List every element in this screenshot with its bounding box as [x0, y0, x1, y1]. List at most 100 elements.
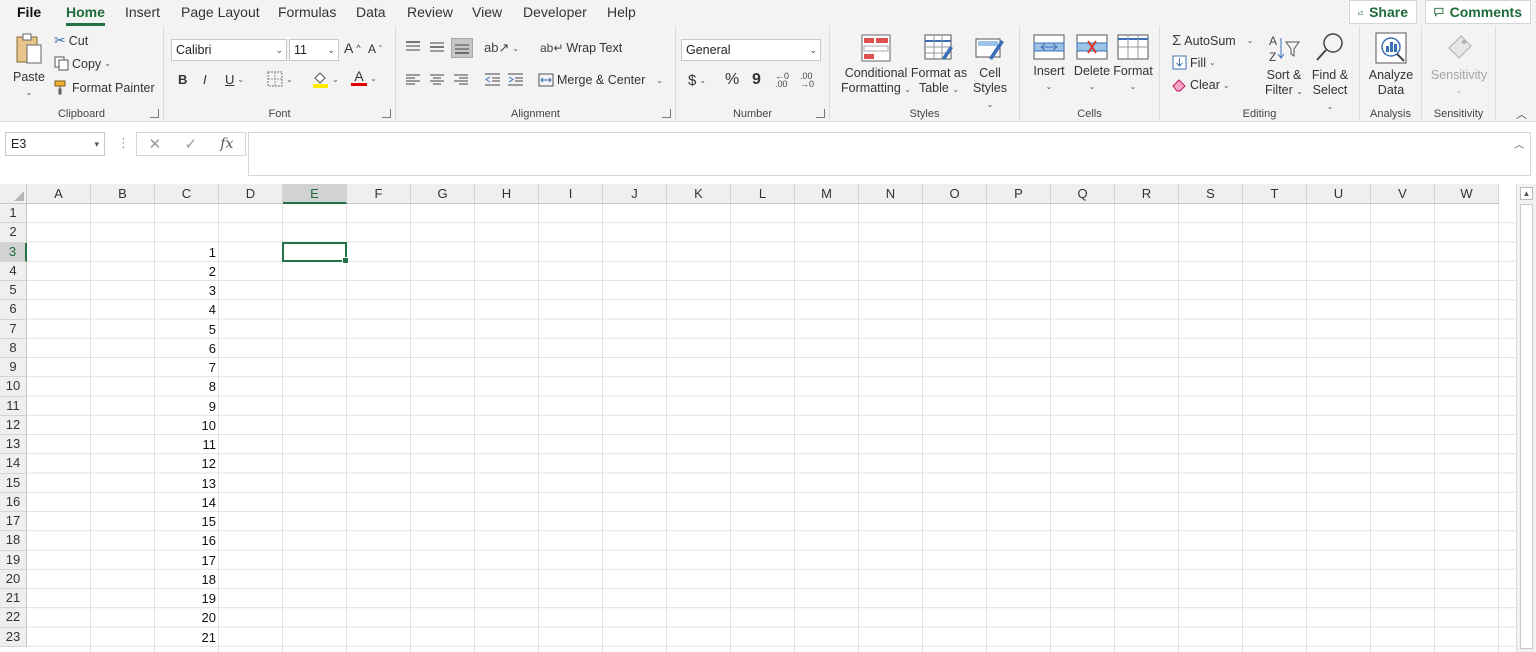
collapse-formula-bar-icon[interactable]: ︿: [1514, 136, 1524, 151]
column-header-r[interactable]: R: [1115, 184, 1179, 204]
row-header-17[interactable]: 17: [0, 512, 27, 532]
tab-page-layout[interactable]: Page Layout: [181, 3, 260, 23]
cell-c14[interactable]: 12: [155, 454, 216, 473]
insert-cells-button[interactable]: Insert ⌄: [1030, 34, 1068, 94]
cell-c22[interactable]: 20: [155, 608, 216, 627]
currency-button[interactable]: $ ⌄: [688, 72, 706, 89]
align-middle-button[interactable]: [429, 41, 445, 53]
cell-c17[interactable]: 15: [155, 512, 216, 531]
row-header-11[interactable]: 11: [0, 396, 27, 416]
decrease-indent-button[interactable]: [484, 73, 501, 86]
paste-button[interactable]: Paste ⌄: [8, 32, 50, 100]
cell-c21[interactable]: 19: [155, 589, 216, 608]
enter-entry-icon[interactable]: ✓: [184, 135, 197, 153]
cell-c13[interactable]: 11: [155, 435, 217, 454]
column-header-j[interactable]: J: [603, 184, 667, 204]
column-header-b[interactable]: B: [91, 184, 155, 204]
copy-button[interactable]: Copy ⌄: [54, 56, 111, 71]
sort-filter-button[interactable]: AZ Sort & Filter ⌄: [1262, 32, 1306, 99]
column-header-p[interactable]: P: [987, 184, 1051, 204]
column-header-k[interactable]: K: [667, 184, 731, 204]
row-header-6[interactable]: 6: [0, 300, 27, 320]
clear-button[interactable]: Clear ⌄: [1172, 78, 1230, 92]
font-size-dropdown[interactable]: 11 ⌄: [289, 39, 339, 61]
row-header-14[interactable]: 14: [0, 454, 27, 474]
row-header-10[interactable]: 10: [0, 377, 27, 397]
cell-c5[interactable]: 3: [155, 281, 216, 300]
number-format-dropdown[interactable]: General ⌄: [681, 39, 821, 61]
column-header-m[interactable]: M: [795, 184, 859, 204]
row-header-21[interactable]: 21: [0, 589, 27, 609]
row-header-7[interactable]: 7: [0, 319, 27, 339]
format-cells-button[interactable]: Format ⌄: [1112, 34, 1154, 94]
row-header-13[interactable]: 13: [0, 435, 27, 455]
find-select-button[interactable]: Find & Select ⌄: [1308, 32, 1352, 114]
column-header-e[interactable]: E: [283, 184, 347, 204]
collapse-ribbon-icon[interactable]: ︿: [1516, 106, 1527, 122]
tab-developer[interactable]: Developer: [523, 3, 587, 23]
font-name-dropdown[interactable]: Calibri ⌄: [171, 39, 287, 61]
row-header-8[interactable]: 8: [0, 338, 27, 358]
insert-function-button[interactable]: fx: [220, 136, 233, 152]
tab-home[interactable]: Home: [66, 3, 105, 26]
percent-button[interactable]: %: [725, 71, 739, 89]
column-header-o[interactable]: O: [923, 184, 987, 204]
cell-c20[interactable]: 18: [155, 570, 216, 589]
conditional-formatting-button[interactable]: Conditional Formatting ⌄: [838, 34, 914, 97]
delete-cells-button[interactable]: Delete ⌄: [1072, 34, 1112, 94]
cell-c15[interactable]: 13: [155, 474, 216, 493]
row-header-1[interactable]: 1: [0, 204, 27, 224]
orientation-button[interactable]: ab↗ ⌄: [484, 40, 519, 56]
column-header-w[interactable]: W: [1435, 184, 1499, 204]
row-header-2[interactable]: 2: [0, 223, 27, 243]
formula-input[interactable]: ︿: [248, 132, 1531, 176]
comma-style-button[interactable]: 9: [752, 71, 761, 89]
dialog-launcher-icon[interactable]: [662, 109, 671, 118]
row-header-23[interactable]: 23: [0, 627, 27, 647]
column-header-s[interactable]: S: [1179, 184, 1243, 204]
decrease-decimal-button[interactable]: .00 →0: [800, 72, 814, 89]
tab-insert[interactable]: Insert: [125, 3, 160, 23]
increase-decimal-button[interactable]: ←0.00: [775, 72, 789, 89]
align-center-button[interactable]: [429, 74, 445, 86]
merge-center-button[interactable]: Merge & Center ⌄: [538, 73, 663, 87]
column-header-i[interactable]: I: [539, 184, 603, 204]
row-header-16[interactable]: 16: [0, 492, 27, 512]
row-header-3[interactable]: 3: [0, 242, 27, 262]
cell-c10[interactable]: 8: [155, 377, 216, 396]
column-header-l[interactable]: L: [731, 184, 795, 204]
tab-review[interactable]: Review: [407, 3, 453, 23]
column-header-n[interactable]: N: [859, 184, 923, 204]
row-header-12[interactable]: 12: [0, 415, 27, 435]
row-header-22[interactable]: 22: [0, 608, 27, 628]
active-cell-selection[interactable]: [282, 241, 349, 265]
font-color-button[interactable]: A ⌄: [351, 69, 377, 86]
decrease-font-button[interactable]: Aˇ: [368, 42, 382, 56]
cell-c16[interactable]: 14: [155, 493, 216, 512]
column-header-g[interactable]: G: [411, 184, 475, 204]
cell-c7[interactable]: 5: [155, 320, 216, 339]
name-box[interactable]: E3 ▾: [5, 132, 105, 156]
italic-button[interactable]: I: [203, 72, 207, 87]
cut-button[interactable]: ✂ Cut: [54, 32, 88, 49]
scrollbar-thumb[interactable]: [1520, 204, 1533, 649]
tab-view[interactable]: View: [472, 3, 502, 23]
align-bottom-button[interactable]: [451, 38, 473, 58]
column-header-f[interactable]: F: [347, 184, 411, 204]
comments-button[interactable]: Comments: [1425, 0, 1531, 24]
formula-bar-grip-icon[interactable]: ⋮: [117, 135, 130, 151]
cell-c18[interactable]: 16: [155, 531, 216, 550]
bold-button[interactable]: B: [178, 72, 187, 87]
share-button[interactable]: Share: [1349, 0, 1417, 24]
column-header-c[interactable]: C: [155, 184, 219, 204]
wrap-text-button[interactable]: ab↵ Wrap Text: [540, 41, 622, 55]
row-header-18[interactable]: 18: [0, 531, 27, 551]
row-header-9[interactable]: 9: [0, 358, 27, 378]
column-header-v[interactable]: V: [1371, 184, 1435, 204]
cell-c11[interactable]: 9: [155, 397, 216, 416]
cell-c23[interactable]: 21: [155, 628, 216, 647]
cell-c12[interactable]: 10: [155, 416, 216, 435]
format-painter-button[interactable]: Format Painter: [54, 80, 155, 95]
cell-c4[interactable]: 2: [155, 262, 216, 281]
row-header-19[interactable]: 19: [0, 550, 27, 570]
